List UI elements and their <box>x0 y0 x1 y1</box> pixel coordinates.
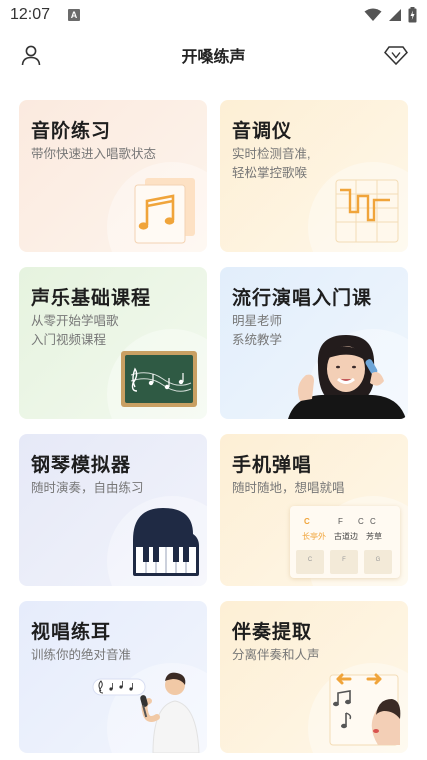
piano-icon <box>133 508 199 576</box>
card-vocal-basics-course[interactable]: 声乐基础课程 从零开始学唱歌 入门视频课程 <box>19 267 207 419</box>
card-phone-play-sing[interactable]: 手机弹唱 随时随地，想唱就唱 C F C C 长亭外 古道边 芳草 C F G <box>220 434 408 586</box>
card-subtitle: 随时演奏，自由练习 <box>31 481 144 495</box>
chord-label: C <box>370 517 376 526</box>
app-header: 开嗓练声 <box>0 36 427 74</box>
card-title: 伴奏提取 <box>232 622 313 643</box>
card-subtitle: 带你快速进入唱歌状态 <box>31 147 157 161</box>
chord-keys: C F G <box>296 550 392 574</box>
chord-key: C <box>296 550 324 574</box>
wifi-icon <box>364 8 382 21</box>
card-title: 手机弹唱 <box>232 455 313 476</box>
card-scale-practice[interactable]: 音阶练习 带你快速进入唱歌状态 <box>19 100 207 252</box>
card-title: 视唱练耳 <box>31 622 112 643</box>
card-subtitle: 从零开始学唱歌 入门视频课程 <box>31 314 119 347</box>
pitch-graph-icon <box>335 179 399 243</box>
signal-icon <box>389 9 401 21</box>
card-title: 声乐基础课程 <box>31 288 152 309</box>
vocal-separation-icon <box>329 673 401 746</box>
music-sheet-icon <box>134 178 195 244</box>
vip-diamond-icon <box>384 46 408 66</box>
page-title: 开嗓练声 <box>181 49 246 66</box>
profile-button[interactable] <box>16 40 46 70</box>
lyric-text: 芳草 <box>366 532 382 541</box>
card-subtitle: 随时随地，想唱就唱 <box>232 481 345 495</box>
card-title: 流行演唱入门课 <box>232 288 373 309</box>
card-title: 钢琴模拟器 <box>31 455 132 476</box>
lyric-text: 长亭外 <box>302 532 326 541</box>
card-accompaniment-extraction[interactable]: 伴奏提取 分离伴奏和人声 <box>220 601 408 753</box>
card-subtitle: 训练你的绝对音准 <box>31 648 132 662</box>
status-bar: 12:07 A <box>0 0 427 30</box>
status-time: 12:07 <box>10 6 51 23</box>
card-subtitle: 实时检测音准, 轻松掌控歌喉 <box>232 147 311 180</box>
lyric-text: 古道边 <box>334 532 358 541</box>
battery-icon <box>408 7 417 23</box>
card-subtitle: 明星老师 系统教学 <box>232 314 283 347</box>
user-icon <box>21 45 41 66</box>
chord-key: F <box>330 550 358 574</box>
chord-label: C <box>358 517 364 526</box>
card-sight-singing-ear-training[interactable]: 视唱练耳 训练你的绝对音准 <box>19 601 207 753</box>
card-title: 音阶练习 <box>31 121 112 142</box>
vip-button[interactable] <box>381 40 411 70</box>
chord-label: F <box>338 517 343 526</box>
card-subtitle: 分离伴奏和人声 <box>232 648 320 662</box>
notification-a-icon: A <box>68 9 81 21</box>
chord-key: G <box>364 550 392 574</box>
card-title: 音调仪 <box>232 121 293 142</box>
status-icons <box>364 7 417 23</box>
card-piano-simulator[interactable]: 钢琴模拟器 随时演奏，自由练习 <box>19 434 207 586</box>
chalkboard-icon <box>121 351 197 407</box>
card-pitch-meter[interactable]: 音调仪 实时检测音准, 轻松掌控歌喉 <box>220 100 408 252</box>
chord-label: C <box>304 517 310 526</box>
chord-sheet-panel: C F C C 长亭外 古道边 芳草 C F G <box>290 506 400 578</box>
singer-illustration-image <box>92 672 200 753</box>
card-pop-singing-course[interactable]: 流行演唱入门课 明星老师 系统教学 <box>220 267 408 419</box>
teacher-portrait-image <box>288 335 406 419</box>
